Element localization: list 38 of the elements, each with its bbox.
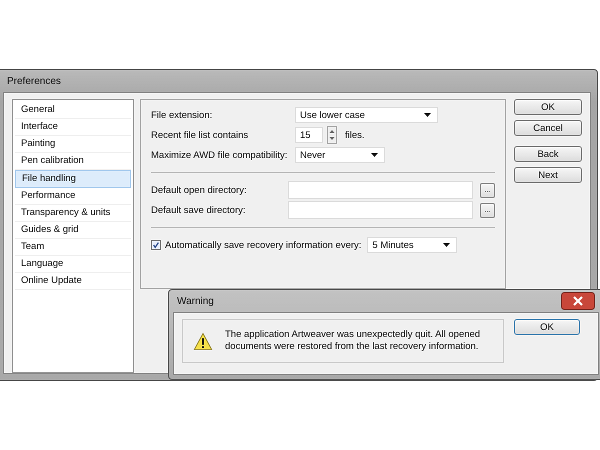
files-unit-label: files.	[345, 130, 365, 140]
category-item[interactable]: Performance	[15, 188, 131, 205]
ok-button[interactable]: OK	[514, 319, 580, 335]
category-item[interactable]: Painting	[15, 136, 131, 153]
dialog-button[interactable]: Next	[514, 167, 582, 183]
caret-icon	[371, 153, 378, 157]
caret-icon	[424, 113, 431, 117]
window-title: Preferences	[7, 76, 61, 86]
setting-label: File extension:	[151, 110, 214, 120]
dropdown[interactable]: 5 Minutes	[367, 237, 458, 253]
dialog-button[interactable]: Cancel	[514, 120, 582, 136]
dialog-button[interactable]: Back	[514, 146, 582, 162]
setting-label: Default open directory:	[151, 184, 248, 196]
category-item[interactable]: Interface	[15, 119, 131, 136]
setting-label: Maximize AWD file compatibility:	[151, 150, 288, 160]
dialog-title: Warning	[177, 296, 214, 306]
number-field[interactable]: 15	[295, 127, 323, 143]
caret-icon	[443, 243, 450, 247]
checkbox[interactable]	[151, 240, 161, 250]
category-item[interactable]: Language	[15, 256, 131, 273]
setting-label: Recent file list contains	[151, 130, 250, 140]
category-item[interactable]: General	[15, 102, 131, 119]
checkbox-label: Automatically save recovery information every:	[165, 240, 362, 250]
category-item[interactable]: Guides & grid	[15, 222, 131, 239]
spinner-arrows-icon[interactable]	[327, 126, 337, 144]
dropdown[interactable]: Use lower case	[295, 107, 438, 123]
warning-message: The application Artweaver was unexpectedly quit. All opened documents were restored from the last recovery information.	[225, 329, 482, 353]
directory-field[interactable]	[288, 201, 473, 219]
warning-icon	[193, 332, 213, 350]
dropdown[interactable]: Never	[295, 147, 385, 163]
close-button[interactable]	[561, 292, 595, 310]
category-item[interactable]: Transparency & units	[15, 205, 131, 222]
category-item[interactable]: Team	[15, 239, 131, 256]
directory-field[interactable]	[288, 181, 473, 199]
dialog-button[interactable]: OK	[514, 99, 582, 115]
setting-label: Default save directory:	[151, 204, 247, 216]
category-item[interactable]: Online Update	[15, 273, 131, 290]
category-item[interactable]: File handling	[15, 170, 131, 188]
